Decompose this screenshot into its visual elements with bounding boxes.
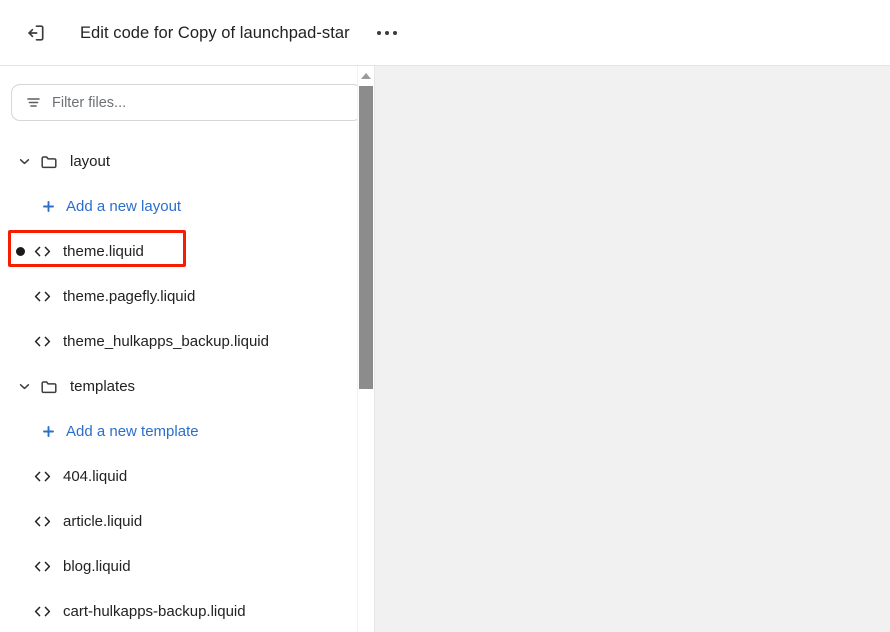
tree-file-article-liquid[interactable]: article.liquid	[0, 499, 374, 544]
tree-file-label: blog.liquid	[63, 558, 131, 575]
add-new-layout-button[interactable]: Add a new layout	[0, 184, 374, 229]
tree-file-404-liquid[interactable]: 404.liquid	[0, 454, 374, 499]
edit-code-screen: Edit code for Copy of launchpad-star Fil…	[0, 0, 890, 632]
code-icon	[33, 602, 52, 621]
code-icon	[33, 332, 52, 351]
tree-file-cart-hulkapps-backup-liquid[interactable]: cart-hulkapps-backup.liquid	[0, 589, 374, 632]
add-new-template-wrap: Add a new template	[0, 423, 199, 440]
sidebar-scrollbar[interactable]	[357, 66, 373, 632]
chevron-down-icon[interactable]	[17, 155, 31, 168]
tree-file-label: 404.liquid	[63, 468, 128, 485]
code-icon	[33, 287, 52, 306]
code-icon	[33, 512, 52, 531]
filter-files-field[interactable]	[11, 84, 362, 121]
exit-icon	[25, 22, 47, 44]
tree-file-label: theme.liquid	[63, 243, 144, 260]
tree-file-theme-liquid[interactable]: theme.liquid	[0, 229, 374, 274]
filter-files-input[interactable]	[52, 94, 332, 111]
tree-file-blog-liquid[interactable]: blog.liquid	[0, 544, 374, 589]
plus-icon	[41, 424, 56, 439]
code-icon	[33, 242, 52, 261]
more-actions-button[interactable]	[370, 18, 404, 48]
page-header: Edit code for Copy of launchpad-star	[0, 0, 890, 66]
folder-icon	[40, 378, 58, 396]
caret-up-icon	[360, 73, 371, 79]
tree-folder-templates[interactable]: templates	[0, 364, 374, 409]
code-editor-panel	[374, 66, 890, 632]
tree-file-theme-hulkapps-backup-liquid[interactable]: theme_hulkapps_backup.liquid	[0, 319, 374, 364]
file-tree: layout Add a new layout theme.liquid the…	[0, 121, 374, 632]
add-new-layout-label: Add a new layout	[66, 198, 182, 215]
exit-button[interactable]	[19, 16, 53, 50]
filter-section	[0, 66, 374, 121]
code-icon	[33, 557, 52, 576]
tree-file-label: theme.pagefly.liquid	[63, 288, 196, 305]
add-new-template-label: Add a new template	[66, 423, 199, 440]
tree-file-label: article.liquid	[63, 513, 143, 530]
page-title: Edit code for Copy of launchpad-star	[80, 23, 350, 42]
add-new-layout-wrap: Add a new layout	[0, 198, 181, 215]
content-area: layout Add a new layout	[0, 66, 890, 632]
more-horizontal-icon-dot2	[384, 30, 389, 35]
tree-file-theme-pagefly-liquid[interactable]: theme.pagefly.liquid	[0, 274, 374, 319]
add-new-template-button[interactable]: Add a new template	[0, 409, 374, 454]
filter-icon	[25, 94, 42, 111]
tree-folder-layout[interactable]: layout	[0, 139, 374, 184]
more-horizontal-icon	[376, 30, 381, 35]
scrollbar-thumb[interactable]	[359, 86, 373, 389]
unsaved-changes-dot	[16, 247, 25, 256]
tree-file-label: cart-hulkapps-backup.liquid	[63, 603, 246, 620]
tree-file-label: theme_hulkapps_backup.liquid	[63, 333, 269, 350]
scroll-up-button[interactable]	[358, 69, 373, 83]
tree-folder-label: layout	[70, 153, 111, 170]
tree-folder-label: templates	[70, 378, 136, 395]
plus-icon	[41, 199, 56, 214]
more-horizontal-icon-dot3	[392, 30, 397, 35]
chevron-down-icon[interactable]	[17, 380, 31, 393]
folder-icon	[40, 153, 58, 171]
code-icon	[33, 467, 52, 486]
file-sidebar: layout Add a new layout	[0, 66, 374, 632]
